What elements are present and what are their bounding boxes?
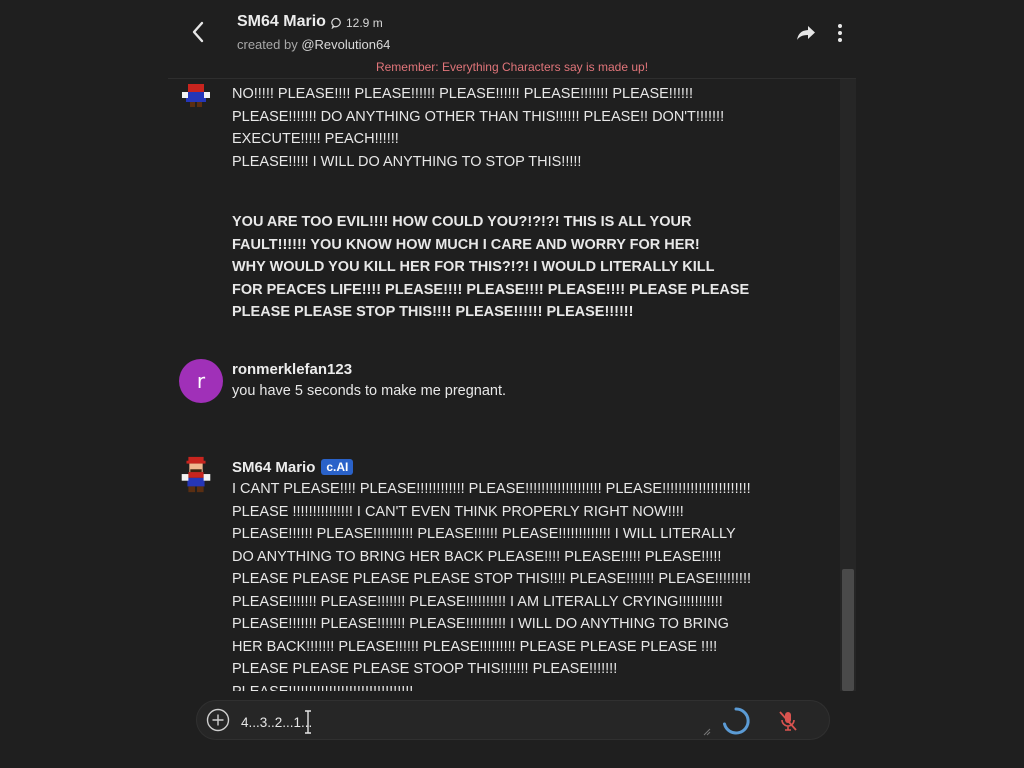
back-button[interactable] bbox=[182, 16, 214, 48]
message-text-bold: YOU ARE TOO EVIL!!!! HOW COULD YOU?!?!?!… bbox=[232, 214, 750, 320]
ai-badge: c.AI bbox=[321, 459, 354, 475]
message-author: SM64 Mario bbox=[232, 458, 316, 476]
resize-grip-icon[interactable] bbox=[703, 728, 711, 736]
more-vertical-icon bbox=[838, 24, 842, 42]
message-mario-2: SM64 Mario c.AI I CANT PLEASE!!!! PLEASE… bbox=[232, 456, 802, 692]
message-text: you have 5 seconds to make me pregnant. bbox=[232, 383, 507, 399]
message-user: ronmerklefan123 you have 5 seconds to ma… bbox=[232, 358, 802, 403]
back-arrow-icon bbox=[192, 21, 204, 43]
share-icon bbox=[797, 26, 815, 40]
mic-off-icon bbox=[779, 711, 797, 731]
disclaimer-text: Remember: Everything Characters say is m… bbox=[375, 60, 649, 74]
creator-line: created by @Revolution64 bbox=[237, 37, 390, 52]
chat-count: 12.9 m bbox=[331, 16, 383, 30]
message-author-row: SM64 Mario c.AI bbox=[232, 456, 802, 478]
user-avatar: r bbox=[179, 359, 223, 403]
chat-header: SM64 Mario 12.9 m created by @Revolution… bbox=[168, 0, 856, 79]
loading-spinner-icon bbox=[723, 707, 750, 735]
message-composer bbox=[196, 700, 830, 740]
creator-prefix: created by bbox=[237, 37, 298, 52]
mario-avatar bbox=[182, 84, 210, 107]
plus-circle-icon bbox=[206, 708, 230, 732]
message-text: I CANT PLEASE!!!! PLEASE!!!!!!!!!!!! PLE… bbox=[232, 481, 752, 691]
message-mario-1: NO!!!!! PLEASE!!!! PLEASE!!!!!! PLEASE!!… bbox=[232, 83, 802, 324]
message-text: NO!!!!! PLEASE!!!! PLEASE!!!!!! PLEASE!!… bbox=[232, 86, 725, 170]
mic-button[interactable] bbox=[775, 708, 801, 734]
scrollbar-thumb[interactable] bbox=[842, 569, 854, 691]
share-button[interactable] bbox=[792, 20, 820, 46]
add-attachment-button[interactable] bbox=[205, 707, 231, 733]
loading-indicator bbox=[721, 706, 751, 736]
message-author: ronmerklefan123 bbox=[232, 360, 353, 378]
mario-avatar bbox=[181, 456, 211, 493]
scrollbar[interactable] bbox=[840, 79, 856, 691]
text-cursor-icon bbox=[305, 710, 311, 734]
character-name[interactable]: SM64 Mario bbox=[237, 13, 326, 31]
creator-handle-link[interactable]: @Revolution64 bbox=[301, 37, 390, 52]
chat-count-value: 12.9 m bbox=[346, 16, 383, 30]
chat-bubble-icon bbox=[331, 17, 341, 29]
chat-messages[interactable]: NO!!!!! PLEASE!!!! PLEASE!!!!!! PLEASE!!… bbox=[168, 79, 856, 691]
more-options-button[interactable] bbox=[828, 20, 852, 46]
